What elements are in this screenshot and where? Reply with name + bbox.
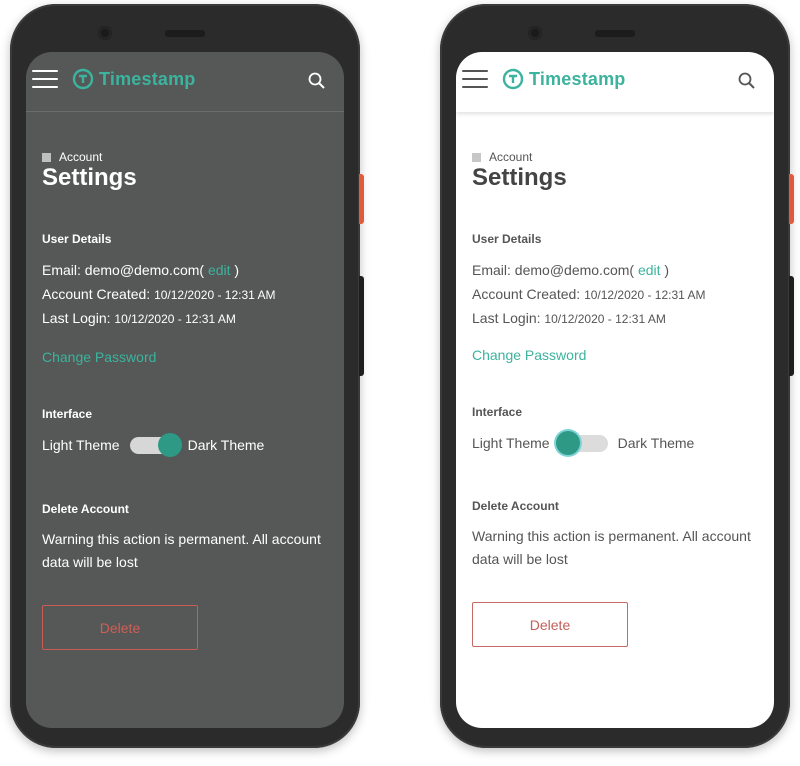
email-label: Email:	[472, 262, 511, 278]
camera-icon	[98, 26, 112, 40]
theme-switch-row: Light Theme Dark Theme	[472, 431, 694, 455]
delete-warning: Warning this action is permanent. All ac…	[472, 528, 751, 567]
breadcrumb: Account	[472, 150, 532, 164]
edit-email-link[interactable]: edit	[208, 262, 231, 278]
app-bar: Timestamp	[26, 52, 344, 112]
last-login-line: Last Login: 10/12/2020 - 12:31 AM	[472, 310, 666, 326]
login-label: Last Login:	[472, 310, 541, 326]
theme-switch-row: Light Theme Dark Theme	[42, 433, 264, 457]
email-close: )	[234, 262, 240, 278]
brand-name: Timestamp	[529, 68, 626, 89]
hamburger-icon[interactable]	[462, 70, 488, 88]
interface-heading: Interface	[42, 407, 93, 421]
account-created-line: Account Created: 10/12/2020 - 12:31 AM	[42, 286, 276, 302]
app-bar: Timestamp	[456, 52, 774, 112]
camera-icon	[528, 26, 542, 40]
square-icon	[42, 152, 51, 162]
light-theme-label: Light Theme	[472, 435, 550, 451]
toggle-knob	[555, 431, 580, 455]
volume-button	[359, 276, 364, 376]
hamburger-icon[interactable]	[32, 70, 58, 88]
change-password-link[interactable]: Change Password	[472, 347, 586, 363]
screen-light-theme: Timestamp Account Settings User Details …	[456, 52, 774, 728]
breadcrumb-label: Account	[489, 150, 533, 164]
email-label: Email:	[42, 262, 81, 278]
created-label: Account Created:	[472, 286, 581, 302]
email-value: demo@demo.com(	[514, 262, 635, 278]
dark-theme-label: Dark Theme	[617, 435, 695, 451]
email-value: demo@demo.com(	[84, 262, 205, 278]
created-value: 10/12/2020 - 12:31 AM	[154, 288, 276, 302]
theme-toggle[interactable]	[555, 431, 612, 455]
last-login-line: Last Login: 10/12/2020 - 12:31 AM	[42, 310, 236, 326]
search-icon[interactable]	[738, 72, 756, 90]
search-icon[interactable]	[308, 72, 326, 90]
phone-dark: Timestamp Account Settings User Details …	[10, 4, 364, 748]
speaker-grille	[595, 30, 635, 37]
brand-name: Timestamp	[99, 68, 196, 89]
brand-logo[interactable]: Timestamp	[72, 68, 196, 90]
page-title: Settings	[42, 164, 137, 191]
page-title: Settings	[472, 164, 567, 191]
dark-theme-label: Dark Theme	[187, 437, 265, 453]
power-button	[359, 174, 364, 224]
delete-account-heading: Delete Account	[472, 499, 559, 513]
phone-light: Timestamp Account Settings User Details …	[440, 4, 794, 748]
account-created-line: Account Created: 10/12/2020 - 12:31 AM	[472, 286, 706, 302]
screen-dark-theme: Timestamp Account Settings User Details …	[26, 52, 344, 728]
toggle-knob	[157, 433, 182, 457]
delete-warning: Warning this action is permanent. All ac…	[42, 531, 321, 570]
breadcrumb: Account	[42, 150, 102, 164]
user-details-heading: User Details	[42, 232, 112, 246]
light-theme-label: Light Theme	[42, 437, 120, 453]
email-line: Email: demo@demo.com( edit )	[42, 262, 239, 278]
delete-button[interactable]: Delete	[472, 602, 628, 647]
login-value: 10/12/2020 - 12:31 AM	[544, 312, 666, 326]
timestamp-logo-icon	[502, 68, 524, 90]
email-line: Email: demo@demo.com( edit )	[472, 262, 669, 278]
login-value: 10/12/2020 - 12:31 AM	[114, 312, 236, 326]
power-button	[789, 174, 794, 224]
volume-button	[789, 276, 794, 376]
login-label: Last Login:	[42, 310, 111, 326]
delete-account-heading: Delete Account	[42, 502, 129, 516]
change-password-link[interactable]: Change Password	[42, 349, 156, 365]
speaker-grille	[165, 30, 205, 37]
interface-heading: Interface	[472, 405, 523, 419]
delete-button[interactable]: Delete	[42, 605, 198, 650]
mockup-stage: Timestamp Account Settings User Details …	[0, 0, 800, 766]
breadcrumb-label: Account	[59, 150, 103, 164]
email-close: )	[664, 262, 670, 278]
brand-logo[interactable]: Timestamp	[502, 68, 626, 90]
user-details-heading: User Details	[472, 232, 542, 246]
timestamp-logo-icon	[72, 68, 94, 90]
square-icon	[472, 152, 481, 162]
created-label: Account Created:	[42, 286, 151, 302]
theme-toggle[interactable]	[126, 433, 182, 457]
edit-email-link[interactable]: edit	[638, 262, 661, 278]
created-value: 10/12/2020 - 12:31 AM	[584, 288, 706, 302]
